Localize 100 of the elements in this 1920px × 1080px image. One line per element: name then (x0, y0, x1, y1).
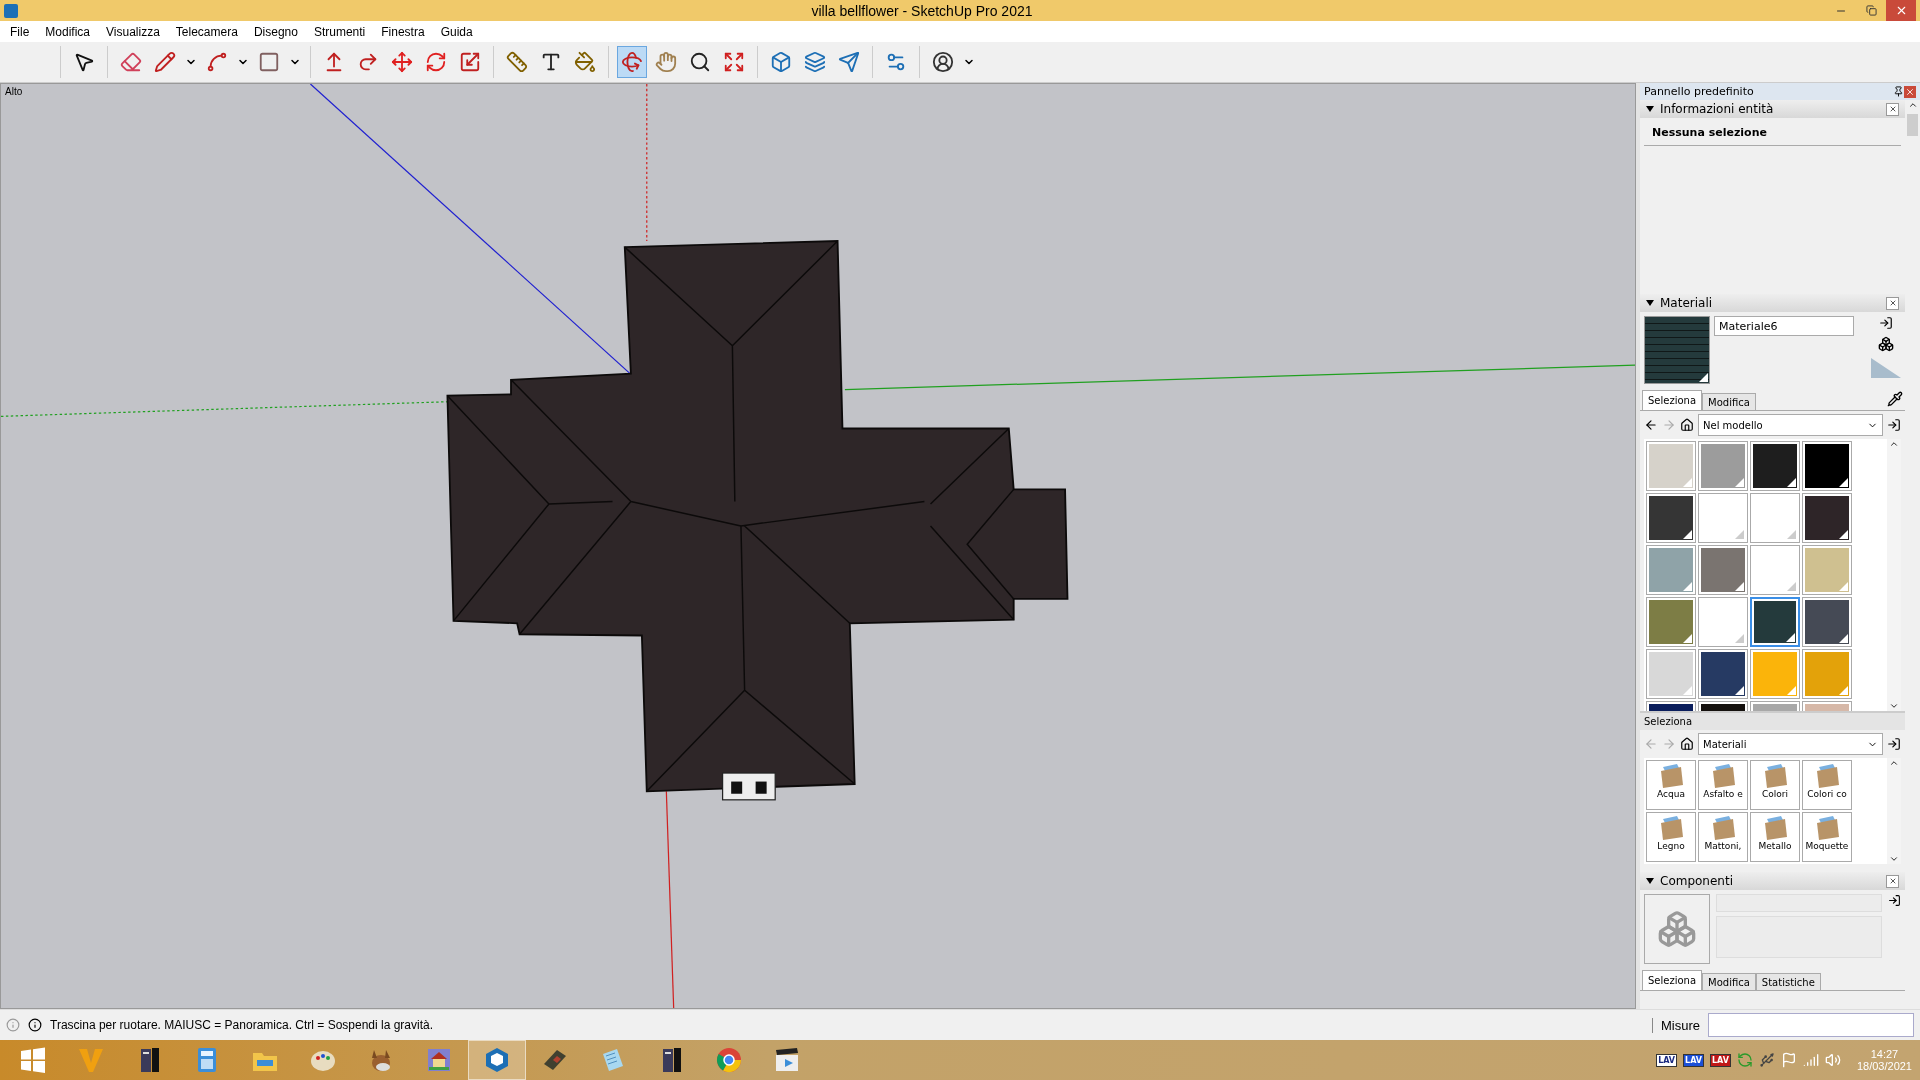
layers-icon (804, 51, 826, 73)
collection-dropdown[interactable]: Materiali (1698, 733, 1883, 755)
settings-icon (885, 51, 907, 73)
menu-item[interactable]: Visualizza (98, 24, 168, 39)
house-icon (425, 1046, 453, 1074)
round-logo-icon (715, 1046, 743, 1074)
material-swatch[interactable] (1802, 493, 1852, 543)
menu-item[interactable]: Strumenti (305, 24, 374, 39)
panel-tab[interactable]: Seleziona (1642, 390, 1703, 410)
material-folder[interactable]: Asfalto e (1698, 760, 1748, 810)
menu-item[interactable]: Disegno (245, 24, 306, 39)
material-swatch[interactable] (1802, 545, 1852, 595)
material-folder[interactable]: Colori (1750, 760, 1800, 810)
tape-measure-icon (506, 51, 528, 73)
collection-dropdown[interactable]: Nel modello (1698, 414, 1883, 436)
orbit-icon (621, 51, 643, 73)
material-swatch[interactable] (1698, 597, 1748, 647)
panel-tab[interactable]: Modifica (1702, 393, 1756, 410)
pin-icon[interactable] (1893, 86, 1904, 97)
scroll-up-icon[interactable] (1889, 758, 1899, 768)
signal-icon[interactable] (1802, 1052, 1819, 1068)
details-icon[interactable] (1887, 737, 1901, 751)
menu-item[interactable]: Finestra (373, 24, 433, 39)
app-icon (4, 3, 18, 18)
panel-close-button[interactable] (1904, 85, 1916, 98)
material-folder[interactable]: Moquette (1802, 812, 1852, 862)
tray-badge[interactable]: LAV (1656, 1053, 1678, 1067)
tray-header[interactable]: Materiali (1640, 294, 1905, 312)
tray-header[interactable]: Informazioni entità (1640, 100, 1905, 118)
close-icon[interactable] (1888, 299, 1897, 307)
hand-icon (655, 51, 677, 73)
display-toggle-icon[interactable] (1888, 894, 1901, 907)
material-swatch[interactable] (1750, 441, 1800, 491)
details-icon[interactable] (1887, 418, 1901, 432)
rotate-icon (425, 51, 447, 73)
material-swatch[interactable] (1646, 441, 1696, 491)
home-icon[interactable] (1680, 737, 1694, 751)
material-swatch[interactable] (1646, 493, 1696, 543)
material-folder[interactable]: Legno (1646, 812, 1696, 862)
tray-header[interactable]: Componenti (1640, 872, 1905, 890)
eyedropper-icon[interactable] (1887, 391, 1903, 407)
close-button[interactable] (1886, 0, 1916, 21)
material-folder[interactable]: Metallo (1750, 812, 1800, 862)
scroll-up-icon[interactable] (1889, 439, 1899, 449)
material-swatch[interactable] (1750, 597, 1800, 647)
scroll-down-icon[interactable] (1889, 701, 1899, 711)
info-icon[interactable] (28, 1018, 42, 1032)
menu-item[interactable]: Modifica (37, 24, 99, 39)
restore-icon (1865, 5, 1877, 16)
usb-icon[interactable] (1758, 1052, 1775, 1068)
material-swatch[interactable] (1646, 649, 1696, 699)
close-icon (1905, 86, 1915, 97)
close-icon[interactable] (1888, 105, 1897, 113)
rectangle-icon (258, 51, 280, 73)
flag-icon[interactable] (1780, 1052, 1797, 1068)
material-swatch[interactable] (1698, 649, 1748, 699)
user-icon (932, 51, 954, 73)
measurements-field[interactable] (1708, 1013, 1914, 1037)
menu-item[interactable]: File (2, 24, 38, 39)
scroll-thumb[interactable] (1907, 114, 1918, 136)
material-swatch[interactable] (1698, 545, 1748, 595)
home-icon[interactable] (1680, 418, 1694, 432)
close-icon[interactable] (1888, 877, 1897, 885)
material-folder[interactable]: Acqua (1646, 760, 1696, 810)
material-folder[interactable]: Mattoni, (1698, 812, 1748, 862)
tray-badge[interactable]: LAV (1710, 1053, 1731, 1067)
material-swatch[interactable] (1802, 441, 1852, 491)
paint-bucket-icon (574, 51, 596, 73)
status-hint: Trascina per ruotare. MAIUSC = Panoramica. Ctrl = Sospendi la gravità. (50, 1018, 435, 1032)
material-swatch[interactable] (1646, 545, 1696, 595)
scroll-up-icon[interactable] (1907, 100, 1918, 110)
material-swatch[interactable] (1698, 441, 1748, 491)
panel-tab[interactable]: Seleziona (1642, 970, 1703, 990)
material-swatch[interactable] (1750, 649, 1800, 699)
scale-icon (459, 51, 481, 73)
panel-tab[interactable]: Modifica (1702, 973, 1756, 990)
material-swatch[interactable] (1802, 649, 1852, 699)
3d-viewport[interactable]: Alto (0, 83, 1636, 1009)
scroll-down-icon[interactable] (1889, 854, 1899, 864)
panel-tab[interactable]: Statistiche (1755, 973, 1821, 990)
menu-item[interactable]: Telecamera (167, 24, 246, 39)
selection-info: Nessuna selezione (1644, 118, 1901, 146)
zoom-icon (689, 51, 711, 73)
material-swatch[interactable] (1698, 493, 1748, 543)
view-label: Alto (5, 86, 23, 97)
material-folder[interactable]: Colori co (1802, 760, 1852, 810)
back-icon[interactable] (1644, 418, 1658, 432)
menu-item[interactable]: Guida (432, 24, 481, 39)
material-name-field[interactable]: Materiale6 (1714, 316, 1854, 336)
text-icon (540, 51, 562, 73)
cubes-icon (1657, 909, 1697, 949)
display-toggle-icon[interactable] (1879, 316, 1893, 330)
material-swatch[interactable] (1646, 597, 1696, 647)
volume-icon[interactable] (1824, 1052, 1841, 1068)
tray-badge[interactable]: LAV (1683, 1053, 1704, 1067)
material-swatch[interactable] (1750, 493, 1800, 543)
v-shape-icon (77, 1046, 105, 1074)
material-swatch[interactable] (1750, 545, 1800, 595)
material-swatch[interactable] (1802, 597, 1852, 647)
cube-logo-icon (483, 1046, 511, 1074)
